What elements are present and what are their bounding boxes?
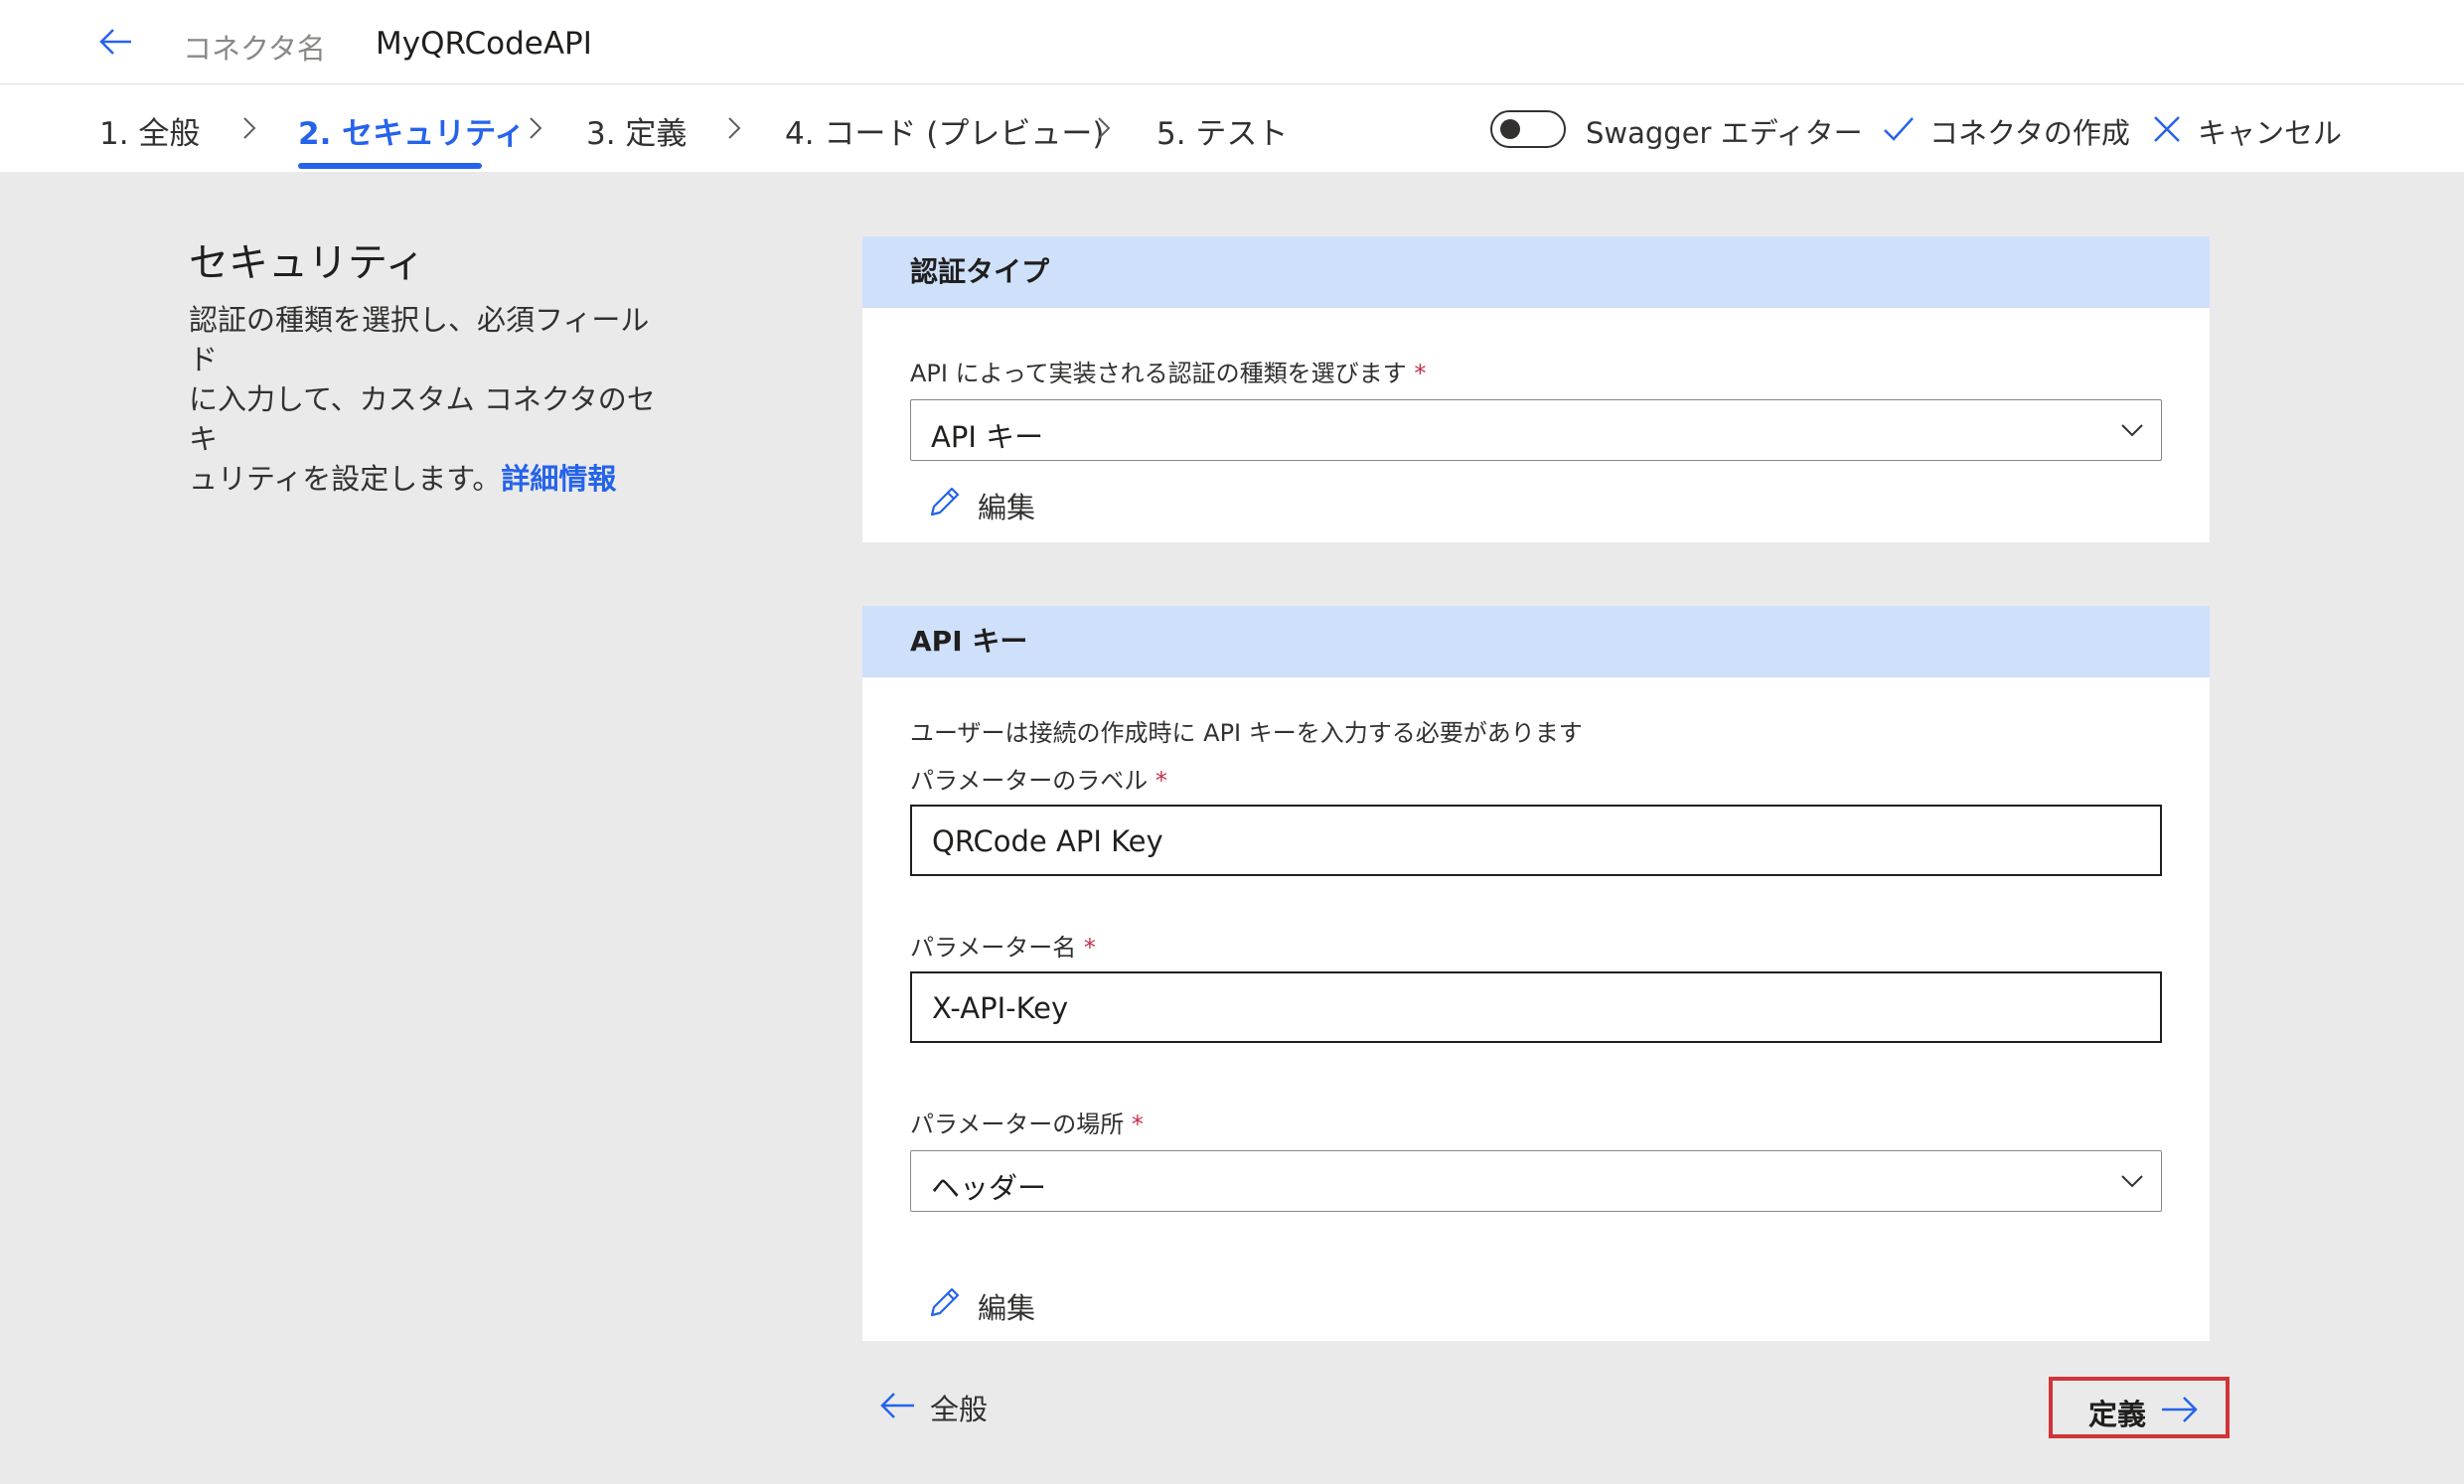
swagger-editor-label: Swagger エディター (1586, 116, 1863, 150)
auth-type-header: 認証タイプ (862, 236, 2210, 308)
chevron-down-icon (2121, 424, 2143, 437)
api-key-header: API キー (862, 606, 2210, 677)
param-name-label-text: パラメーター名 (910, 934, 1077, 962)
param-location-field-label: パラメーターの場所 * (910, 1105, 1144, 1139)
required-marker: * (1155, 767, 1167, 795)
arrow-right-icon (2162, 1397, 2198, 1422)
next-label: 定義 (2088, 1398, 2147, 1431)
auth-type-field-label: API によって実装される認証の種類を選びます * (910, 354, 1426, 388)
chevron-down-icon (2121, 1175, 2143, 1188)
param-location-selected: ヘッダー (931, 1171, 1047, 1205)
step-test[interactable]: 5. テスト (1156, 108, 1288, 153)
checkmark-icon[interactable] (1882, 112, 1916, 146)
api-key-card: API キー ユーザーは接続の作成時に API キーを入力する必要があります パ… (862, 606, 2210, 1341)
param-name-value: X-API-Key (932, 991, 1069, 1025)
auth-type-selected: API キー (931, 420, 1044, 454)
page-title: セキュリティ (189, 240, 425, 286)
chevron-right-icon (728, 117, 741, 139)
description-line: 認証の種類を選択し、必須フィールド (189, 303, 650, 376)
swagger-editor-toggle[interactable] (1490, 110, 1566, 148)
auth-type-card: 認証タイプ API によって実装される認証の種類を選びます * API キー 編… (862, 236, 2210, 542)
param-label-label-text: パラメーターのラベル (910, 767, 1149, 795)
api-key-note: ユーザーは接続の作成時に API キーを入力する必要があります (910, 719, 1583, 747)
pencil-icon (930, 1287, 960, 1317)
page-description: 認証の種類を選択し、必須フィールド に入力して、カスタム コネクタのセキ ュリテ… (189, 300, 666, 499)
edit-label: 編集 (978, 1291, 1036, 1325)
required-marker: * (1414, 360, 1427, 387)
auth-type-label-text: API によって実装される認証の種類を選びます (910, 360, 1407, 387)
connector-name-value[interactable]: MyQRCodeAPI (376, 26, 592, 62)
description-line: ュリティを設定します。 (189, 462, 502, 496)
step-general[interactable]: 1. 全般 (99, 108, 200, 153)
wizard-steps-bar: 1. 全般 2. セキュリティ 3. 定義 4. コード (プレビュー) 5. … (0, 84, 2464, 172)
step-code-preview[interactable]: 4. コード (プレビュー) (785, 108, 1104, 153)
active-step-indicator (298, 163, 482, 169)
param-name-field-label: パラメーター名 * (910, 928, 1096, 963)
title-bar: コネクタ名 MyQRCodeAPI (0, 0, 2464, 84)
chevron-right-icon (243, 117, 256, 139)
chevron-right-icon (530, 117, 542, 139)
param-name-input[interactable]: X-API-Key (910, 971, 2162, 1043)
learn-more-link[interactable]: 詳細情報 (501, 462, 616, 496)
back-to-general-button[interactable]: 全般 (878, 1385, 998, 1428)
edit-label: 編集 (978, 491, 1036, 524)
param-label-value: QRCode API Key (932, 824, 1163, 858)
required-marker: * (1083, 934, 1096, 962)
back-arrow-icon[interactable] (95, 20, 135, 64)
param-label-field-label: パラメーターのラベル * (910, 761, 1167, 796)
required-marker: * (1131, 1111, 1144, 1138)
param-label-input[interactable]: QRCode API Key (910, 805, 2162, 876)
close-icon[interactable] (2150, 112, 2184, 146)
create-connector-button[interactable]: コネクタの作成 (1929, 110, 2130, 152)
step-definition[interactable]: 3. 定義 (586, 108, 687, 153)
param-location-label-text: パラメーターの場所 (910, 1111, 1125, 1138)
chevron-right-icon (1098, 117, 1111, 139)
step-security[interactable]: 2. セキュリティ (298, 108, 525, 153)
arrow-left-icon (880, 1393, 914, 1418)
pencil-icon (930, 487, 960, 517)
param-location-dropdown[interactable]: ヘッダー (910, 1150, 2162, 1212)
connector-name-label: コネクタ名 (183, 32, 326, 66)
next-definition-button[interactable]: 定義 (2049, 1377, 2230, 1438)
cancel-button[interactable]: キャンセル (2198, 110, 2342, 152)
toggle-knob (1500, 119, 1520, 139)
back-label: 全般 (930, 1393, 989, 1426)
auth-type-dropdown[interactable]: API キー (910, 399, 2162, 461)
description-line: に入力して、カスタム コネクタのセキ (189, 382, 656, 456)
